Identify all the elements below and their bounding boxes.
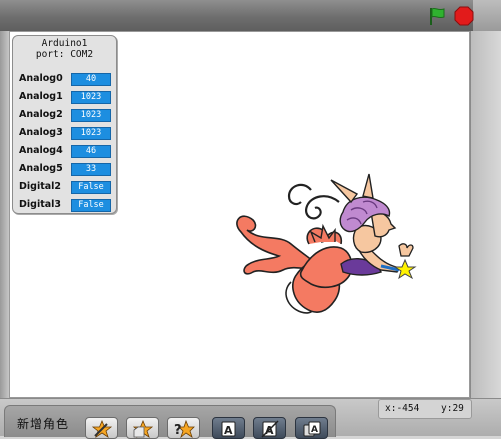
board-name: Arduino1	[41, 38, 88, 49]
sensor-row-analog5: Analog5 33	[19, 162, 113, 176]
sensor-label: Analog3	[19, 127, 63, 138]
new-sprite-label: 新增角色	[17, 417, 70, 431]
sensor-value: False	[71, 181, 111, 194]
svg-text:?: ?	[174, 423, 182, 438]
sensor-value: False	[71, 199, 111, 212]
left-edge	[0, 31, 9, 398]
paint-new-sprite-icon	[91, 420, 113, 438]
green-flag-icon[interactable]	[427, 6, 447, 26]
fairy-sprite[interactable]	[231, 172, 421, 337]
sensor-row-analog1: Analog1 1023	[19, 90, 113, 104]
mouse-coordinates: x:-454 y:29	[378, 399, 472, 419]
sensor-label: Analog0	[19, 73, 63, 84]
choose-sprite-from-file-icon	[132, 420, 154, 438]
new-sprite-panel: 新增角色 ? A A	[4, 405, 336, 439]
sensor-label: Digital3	[19, 199, 62, 210]
flip-sprite-icon: A	[303, 421, 321, 437]
turn-sprite-left-button[interactable]: A	[212, 417, 245, 439]
stop-sign-icon[interactable]	[454, 6, 474, 26]
choose-sprite-from-file-button[interactable]	[126, 417, 159, 439]
sensor-row-analog4: Analog4 46	[19, 144, 113, 158]
sensor-board-monitor[interactable]: Arduino1 port: COM2 Analog0 40 Analog1 1…	[12, 35, 117, 214]
random-surprise-sprite-icon: ?	[174, 420, 195, 438]
board-port: port: COM2	[35, 49, 94, 60]
toolbar-edge	[473, 0, 501, 31]
svg-text:A: A	[311, 425, 318, 435]
sensor-value: 1023	[71, 109, 111, 122]
random-surprise-sprite-button[interactable]: ?	[167, 417, 200, 439]
turn-sprite-to-left-icon: A	[221, 421, 236, 437]
sensor-row-digital2: Digital2 False	[19, 180, 113, 194]
turn-sprite-to-right-icon: A	[261, 420, 279, 438]
stage[interactable]: Arduino1 port: COM2 Analog0 40 Analog1 1…	[9, 31, 470, 398]
sensor-row-analog0: Analog0 40	[19, 72, 113, 86]
sensor-value: 1023	[71, 127, 111, 140]
sensor-board-title: Arduino1 port: COM2	[13, 38, 116, 60]
paint-new-sprite-button[interactable]	[85, 417, 118, 439]
sensor-value: 40	[71, 73, 111, 86]
sensor-label: Digital2	[19, 181, 62, 192]
stage-toolbar	[0, 0, 501, 32]
sensor-label: Analog2	[19, 109, 63, 120]
sensor-value: 46	[71, 145, 111, 158]
sensor-row-analog2: Analog2 1023	[19, 108, 113, 122]
sensor-label: Analog5	[19, 163, 63, 174]
right-edge	[470, 31, 501, 398]
sensor-value: 33	[71, 163, 111, 176]
sensor-row-analog3: Analog3 1023	[19, 126, 113, 140]
sensor-value: 1023	[71, 91, 111, 104]
mouse-y-readout: y:29	[441, 403, 464, 414]
mouse-x-readout: x:-454	[385, 403, 420, 414]
sensor-label: Analog1	[19, 91, 63, 102]
svg-text:A: A	[224, 424, 233, 437]
sensor-row-digital3: Digital3 False	[19, 198, 113, 212]
sensor-label: Analog4	[19, 145, 63, 156]
flip-sprite-button[interactable]: A	[295, 417, 328, 439]
turn-sprite-right-button[interactable]: A	[253, 417, 286, 439]
